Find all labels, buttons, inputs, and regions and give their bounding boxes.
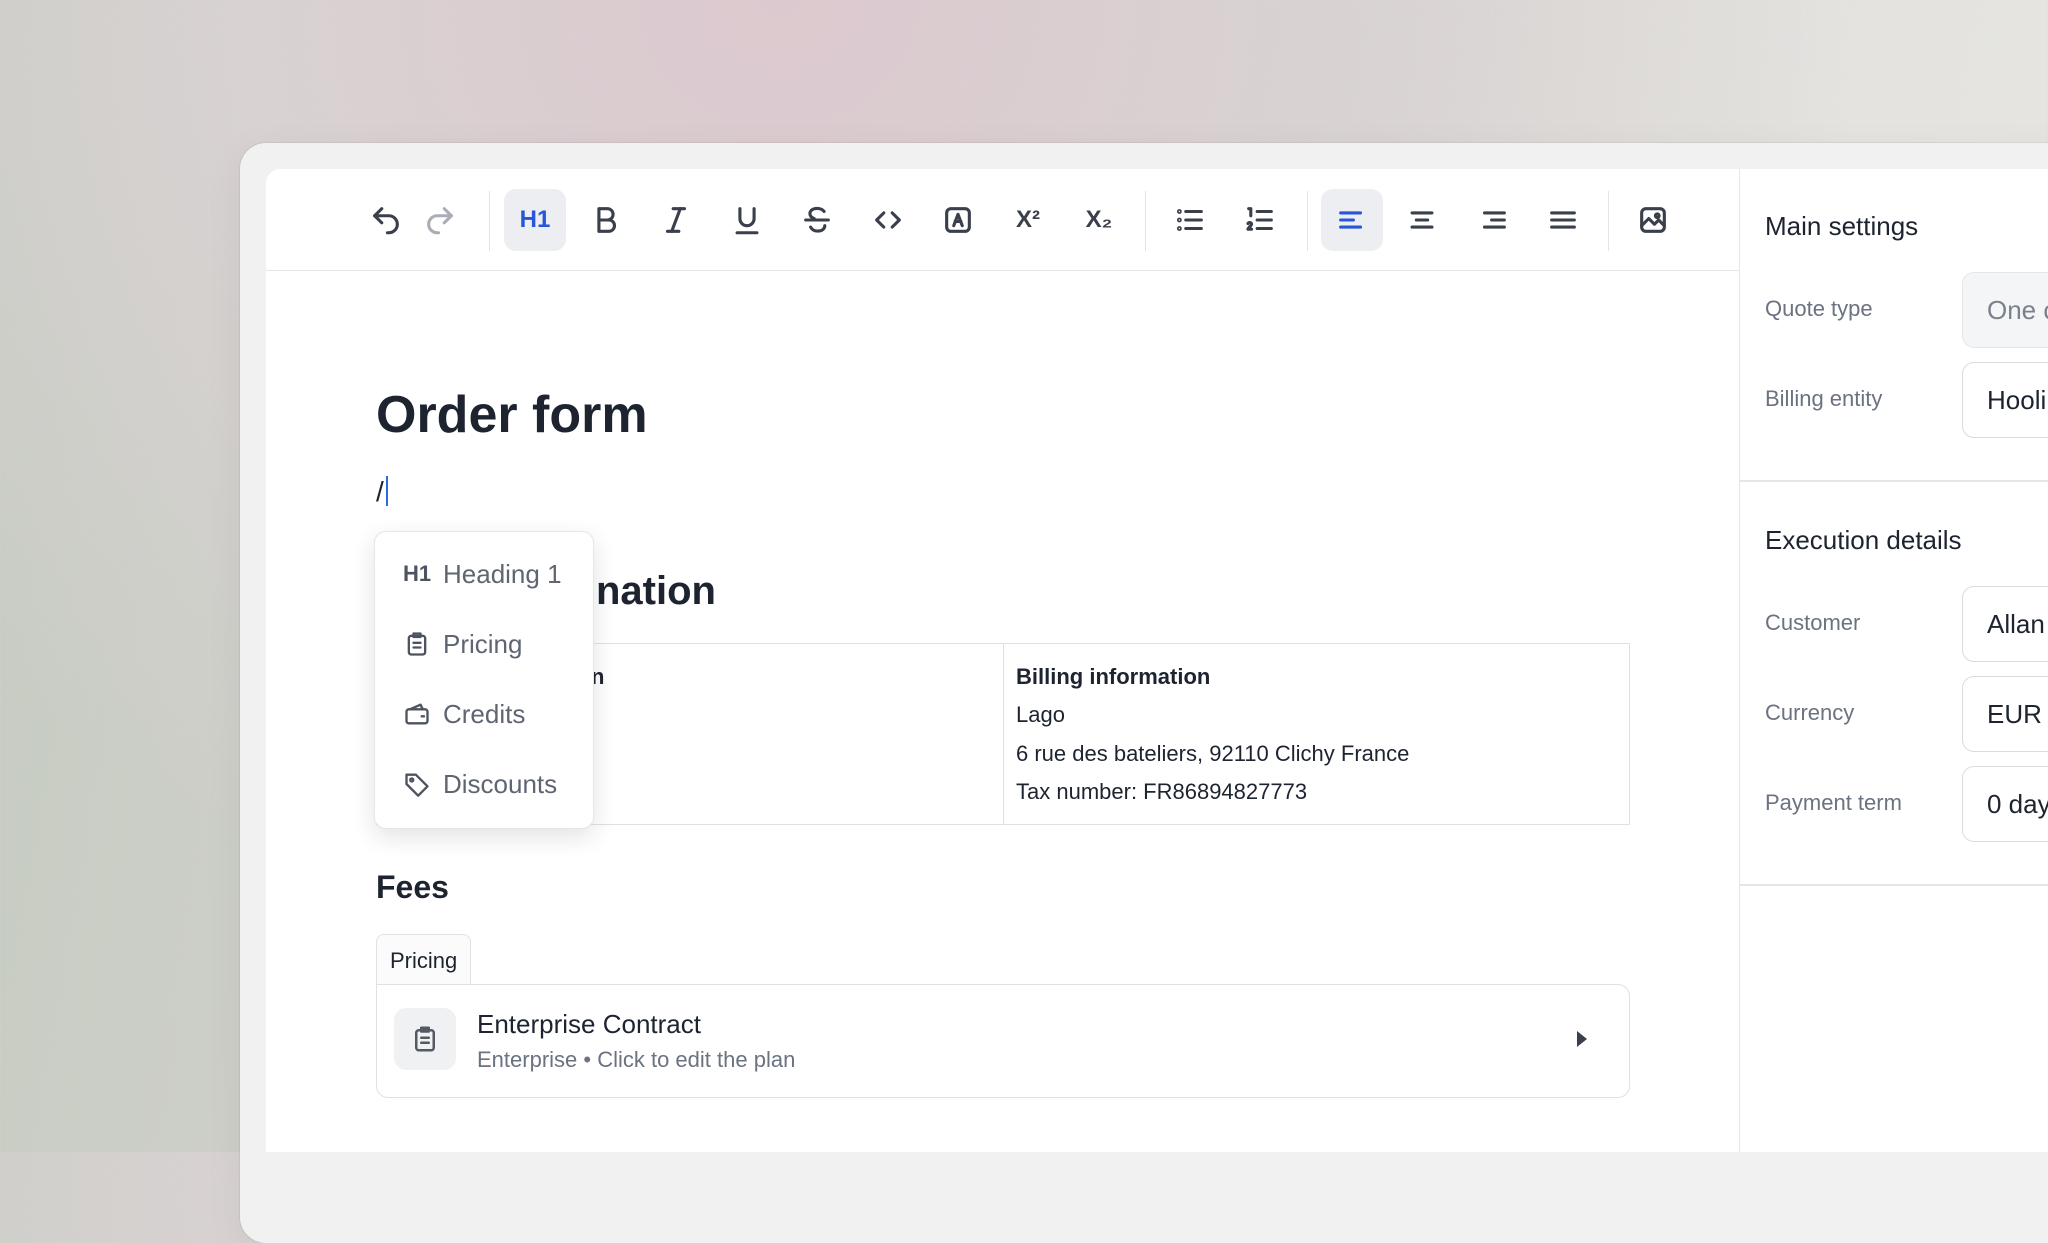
quote-type-label: Quote type: [1765, 296, 1873, 321]
payment-term-field[interactable]: 0 day: [1962, 766, 2048, 842]
text-caret: [385, 476, 388, 506]
panel-divider: [1740, 480, 2048, 482]
plan-subtitle: Enterprise • Click to edit the plan: [477, 1047, 796, 1072]
document-title[interactable]: Order form: [376, 385, 648, 445]
slash-text: /: [376, 476, 384, 507]
toolbar-separator: [1307, 191, 1308, 251]
currency-field[interactable]: EUR: [1962, 676, 2048, 752]
billing-tax-number: Tax number: FR86894827773: [1016, 779, 1308, 804]
align-right-icon: [1482, 211, 1506, 229]
plan-name: Enterprise Contract: [477, 1009, 701, 1039]
billing-information-header: Billing information: [1016, 664, 1211, 689]
toolbar-separator: [489, 191, 490, 251]
billing-entity-label: Billing entity: [1765, 386, 1883, 411]
highlight-button[interactable]: [927, 189, 989, 251]
payment-term-label: Payment term: [1765, 790, 1902, 815]
quote-type-field[interactable]: One c: [1962, 272, 2048, 348]
subscript-icon: X₂: [1085, 206, 1113, 233]
redo-button[interactable]: [409, 189, 471, 251]
align-center-button[interactable]: [1391, 189, 1453, 251]
align-left-icon: [1339, 211, 1363, 229]
plan-card[interactable]: Enterprise Contract Enterprise • Click t…: [376, 984, 1630, 1098]
heading1-icon: H1: [519, 206, 551, 233]
section-title[interactable]: nation: [596, 569, 716, 614]
strikethrough-icon: [804, 206, 830, 233]
clipboard-icon: [407, 632, 427, 656]
align-center-icon: [1410, 211, 1434, 229]
image-icon: [1640, 207, 1666, 233]
currency-label: Currency: [1765, 700, 1855, 725]
heading1-button[interactable]: H1: [504, 189, 566, 251]
menu-item-label: Pricing: [443, 628, 523, 659]
editor-toolbar: H1 X² X₂: [266, 169, 1739, 271]
settings-panel: Main settings Quote type One c Billing e…: [1739, 169, 2048, 1152]
bold-icon: [597, 207, 616, 233]
quote-editor-app: H1 X² X₂ Order form / nation n Billing i…: [266, 169, 2048, 1152]
underline-button[interactable]: [716, 189, 778, 251]
slash-command-input[interactable]: /: [376, 476, 388, 508]
menu-item-discounts[interactable]: Discounts: [375, 756, 593, 812]
italic-button[interactable]: [645, 189, 707, 251]
menu-item-label: Heading 1: [443, 558, 562, 589]
plan-icon-container: [394, 1008, 456, 1070]
slash-command-menu: H1 Heading 1 Pricing Credits Discounts: [374, 531, 594, 829]
numbered-list-button[interactable]: [1229, 189, 1291, 251]
main-settings-title: Main settings: [1765, 211, 1919, 241]
fees-title[interactable]: Fees: [376, 869, 449, 906]
bold-button[interactable]: [575, 189, 637, 251]
menu-item-pricing[interactable]: Pricing: [375, 616, 593, 672]
tag-icon: [405, 773, 429, 797]
billing-information-column[interactable]: Billing information Lago 6 rue des batel…: [1004, 644, 1628, 824]
code-button[interactable]: [857, 189, 919, 251]
superscript-icon: X²: [1016, 206, 1040, 233]
justify-button[interactable]: [1532, 189, 1594, 251]
billing-name: Lago: [1016, 702, 1065, 727]
toolbar-separator: [1608, 191, 1609, 251]
justify-icon: [1550, 211, 1576, 229]
execution-details-title: Execution details: [1765, 525, 1962, 555]
menu-item-label: Discounts: [443, 768, 558, 799]
customer-label: Customer: [1765, 610, 1861, 635]
italic-icon: [665, 207, 687, 233]
clipboard-icon: [415, 1026, 435, 1052]
menu-item-credits[interactable]: Credits: [375, 686, 593, 742]
insert-image-button[interactable]: [1622, 189, 1684, 251]
redo-icon: [427, 207, 453, 235]
customer-field[interactable]: Allan: [1962, 586, 2048, 662]
wallet-icon: [405, 703, 429, 725]
superscript-button[interactable]: X²: [997, 189, 1059, 251]
menu-item-label: Credits: [443, 698, 526, 729]
highlight-box-icon: [945, 207, 971, 233]
align-right-button[interactable]: [1462, 189, 1524, 251]
menu-item-heading-1[interactable]: H1 Heading 1: [375, 546, 593, 602]
undo-button[interactable]: [355, 189, 417, 251]
billing-entity-field[interactable]: Hooli: [1962, 362, 2048, 438]
underline-icon: [735, 207, 759, 235]
undo-icon: [373, 207, 399, 235]
numbered-list-icon: [1246, 207, 1273, 231]
bullet-list-button[interactable]: [1159, 189, 1221, 251]
strikethrough-button[interactable]: [786, 189, 848, 251]
subscript-button[interactable]: X₂: [1068, 189, 1130, 251]
toolbar-separator: [1145, 191, 1146, 251]
code-icon: [875, 211, 901, 229]
billing-address: 6 rue des bateliers, 92110 Clichy France: [1016, 741, 1410, 766]
panel-divider: [1740, 884, 2048, 886]
pricing-block-tab[interactable]: Pricing: [376, 934, 472, 986]
document-editor[interactable]: Order form / nation n Billing informatio…: [266, 271, 1739, 1152]
heading1-icon: H1: [403, 561, 432, 586]
caret-right-icon[interactable]: [1577, 1031, 1587, 1047]
bullet-list-icon: [1176, 209, 1203, 231]
align-left-button[interactable]: [1321, 189, 1383, 251]
